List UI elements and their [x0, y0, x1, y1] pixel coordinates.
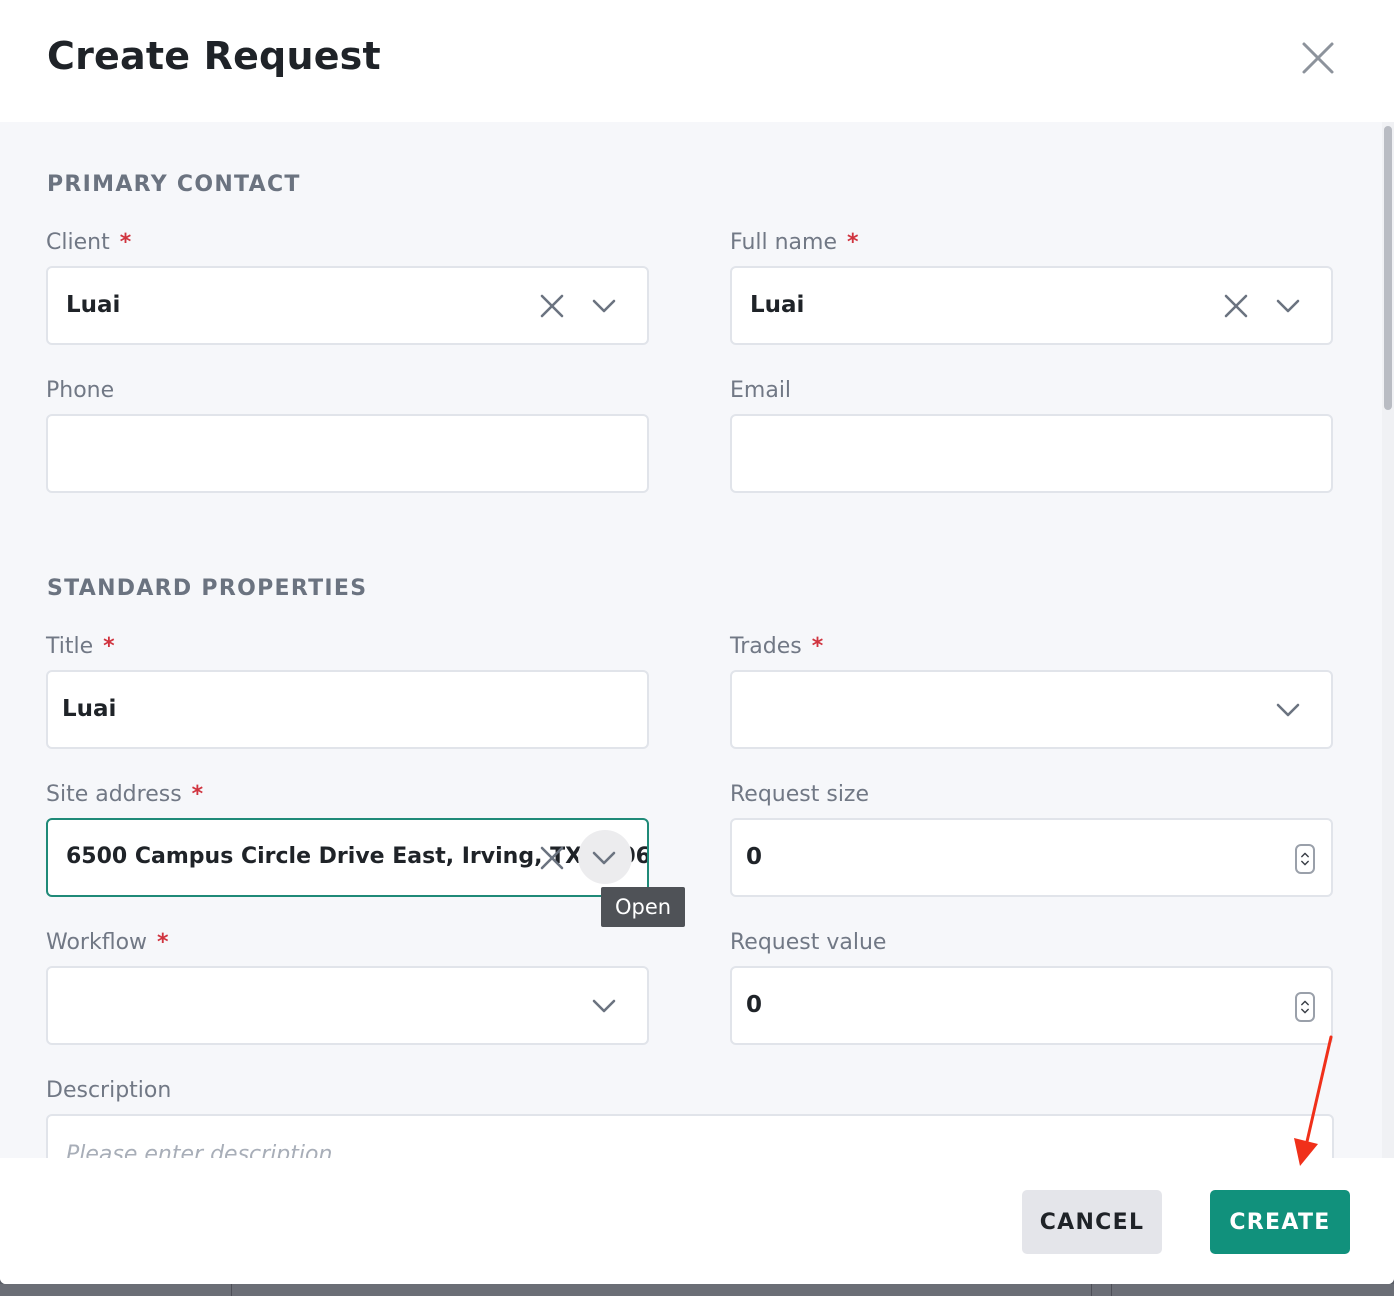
title-label: Title *	[46, 634, 115, 659]
required-mark: *	[847, 230, 859, 255]
full-name-value: Luai	[750, 292, 805, 318]
close-icon	[1302, 42, 1334, 74]
create-button[interactable]: CREATE	[1210, 1190, 1350, 1254]
number-spinner-icon[interactable]	[1295, 844, 1315, 874]
request-size-label: Request size	[730, 782, 870, 807]
required-mark: *	[157, 930, 169, 955]
chevron-down-icon[interactable]	[588, 990, 620, 1022]
cancel-button[interactable]: CANCEL	[1022, 1190, 1162, 1254]
request-value-value: 0	[746, 992, 763, 1018]
client-select[interactable]: Luai	[46, 266, 649, 345]
chevron-down-icon[interactable]	[588, 290, 620, 322]
workflow-select[interactable]	[46, 966, 649, 1045]
underlying-panel	[232, 1284, 1092, 1296]
chevron-down-icon[interactable]	[1272, 290, 1304, 322]
underlying-app-strip	[0, 1284, 1394, 1296]
section-title-standard-properties: STANDARD PROPERTIES	[47, 576, 368, 601]
site-address-select[interactable]: 6500 Campus Circle Drive East, Irving, T…	[46, 818, 649, 897]
description-placeholder: Please enter description	[66, 1142, 333, 1158]
full-name-select[interactable]: Luai	[730, 266, 1333, 345]
client-label: Client *	[46, 230, 132, 255]
description-textarea[interactable]: Please enter description	[46, 1114, 1334, 1158]
phone-input[interactable]	[46, 414, 649, 493]
trades-label: Trades *	[730, 634, 824, 659]
request-value-input[interactable]: 0	[730, 966, 1333, 1045]
workflow-label: Workflow *	[46, 930, 169, 955]
required-mark: *	[811, 634, 824, 659]
dropdown-tooltip: Open	[601, 887, 685, 927]
dialog-header: Create Request	[0, 0, 1394, 122]
dialog-title: Create Request	[47, 34, 381, 78]
full-name-label: Full name *	[730, 230, 859, 255]
scrollbar-thumb[interactable]	[1384, 126, 1392, 410]
clear-icon[interactable]	[536, 842, 568, 874]
create-request-dialog: Create Request PRIMARY CONTACT Client * L…	[0, 0, 1394, 1284]
dialog-body[interactable]: PRIMARY CONTACT Client * Luai Full name * …	[0, 122, 1382, 1158]
description-label: Description	[46, 1078, 172, 1103]
title-value: Luai	[62, 696, 117, 722]
required-mark: *	[103, 634, 115, 659]
number-spinner-icon[interactable]	[1295, 992, 1315, 1022]
phone-label: Phone	[46, 378, 115, 403]
request-value-label: Request value	[730, 930, 887, 955]
clear-icon[interactable]	[536, 290, 568, 322]
chevron-down-icon[interactable]	[1272, 694, 1304, 726]
dialog-footer: CANCEL CREATE	[0, 1158, 1394, 1284]
dialog-scrollbar[interactable]	[1382, 122, 1394, 1158]
client-value: Luai	[66, 292, 121, 318]
section-title-primary-contact: PRIMARY CONTACT	[47, 172, 301, 197]
underlying-panel	[0, 1284, 232, 1296]
title-input[interactable]: Luai	[46, 670, 649, 749]
underlying-panel	[1092, 1284, 1112, 1296]
required-mark: *	[191, 782, 204, 807]
clear-icon[interactable]	[1220, 290, 1252, 322]
request-size-input[interactable]: 0	[730, 818, 1333, 897]
chevron-down-icon[interactable]	[588, 842, 620, 874]
email-label: Email	[730, 378, 792, 403]
required-mark: *	[119, 230, 132, 255]
request-size-value: 0	[746, 844, 763, 870]
trades-select[interactable]	[730, 670, 1333, 749]
email-input[interactable]	[730, 414, 1333, 493]
close-button[interactable]	[1296, 36, 1340, 80]
site-address-label: Site address *	[46, 782, 204, 807]
